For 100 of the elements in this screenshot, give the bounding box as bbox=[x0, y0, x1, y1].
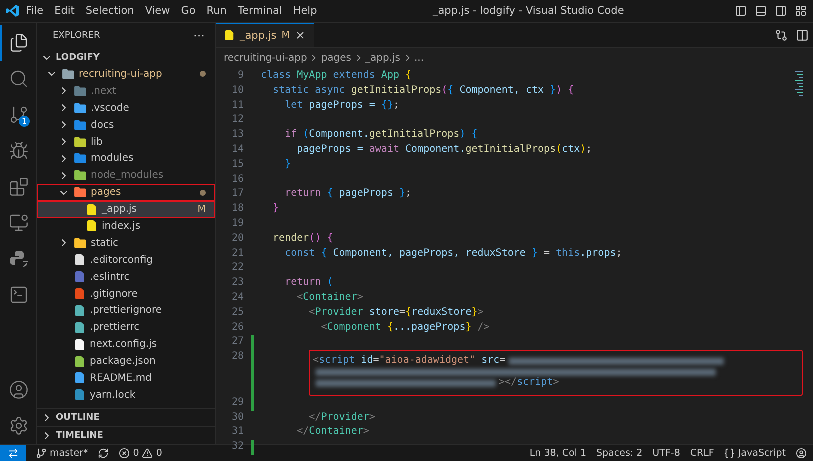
section-title[interactable]: TIMELINE bbox=[56, 430, 104, 440]
warning-icon[interactable] bbox=[142, 448, 154, 458]
editor-tab[interactable]: _app.js M bbox=[216, 23, 314, 47]
folder-row[interactable]: recruiting-ui-app bbox=[37, 66, 215, 83]
file-row[interactable]: README.md bbox=[37, 370, 215, 387]
sidebar-title: EXPLORER bbox=[53, 31, 100, 41]
menu-item[interactable]: File bbox=[21, 3, 49, 19]
more-button[interactable]: ··· bbox=[194, 29, 205, 43]
line-number: 30 bbox=[230, 410, 244, 425]
folder-row[interactable]: modules bbox=[37, 150, 215, 168]
file-row[interactable]: .prettierignore bbox=[37, 302, 215, 320]
file-row[interactable]: .gitignore bbox=[37, 286, 215, 302]
code-line: ></script> bbox=[499, 376, 560, 390]
file-row[interactable]: yarn.lock bbox=[37, 386, 215, 404]
code-line: } bbox=[284, 158, 292, 172]
breadcrumb-item[interactable]: recruiting-ui-app bbox=[224, 52, 308, 64]
line-number: 10 bbox=[230, 84, 244, 98]
line-number: 23 bbox=[230, 276, 244, 290]
menu-item[interactable]: Go bbox=[176, 3, 201, 19]
window-title: _app.js - lodgify - Visual Studio Code bbox=[432, 5, 626, 17]
code-line: <script id="aioa-adawidget" src= bbox=[313, 354, 506, 368]
breadcrumb-item[interactable]: pages bbox=[321, 52, 352, 64]
file-row[interactable]: package.json bbox=[37, 353, 215, 370]
status-item[interactable]: CRLF bbox=[690, 448, 714, 458]
line-number: 20 bbox=[230, 232, 244, 246]
code-line: <Container> bbox=[296, 290, 364, 305]
line-number: 15 bbox=[230, 158, 244, 172]
code-line: const { Component, pageProps, reduxStore } = this.props; bbox=[284, 246, 622, 261]
branch-name[interactable]: master* bbox=[50, 448, 88, 458]
file-name: _app.js bbox=[102, 203, 138, 216]
status-item[interactable]: UTF-8 bbox=[652, 448, 680, 458]
app-logo-icon bbox=[6, 4, 20, 18]
line-number: 31 bbox=[230, 425, 244, 440]
file-row[interactable]: .editorconfig bbox=[37, 252, 215, 269]
breadcrumb-item[interactable]: ... bbox=[414, 52, 424, 64]
modified-dot bbox=[200, 190, 206, 196]
settings-icon bbox=[9, 416, 29, 436]
status-item[interactable]: Ln 38, Col 1 bbox=[530, 448, 586, 458]
file-row[interactable]: next.config.js bbox=[37, 336, 215, 354]
line-number: 18 bbox=[230, 202, 244, 216]
panel-left-icon[interactable] bbox=[735, 5, 747, 17]
menu-item[interactable]: Edit bbox=[50, 3, 80, 19]
file-row[interactable]: .eslintrc bbox=[37, 268, 215, 286]
panel-right-icon[interactable] bbox=[775, 5, 787, 17]
warning-count[interactable]: 0 bbox=[156, 448, 162, 458]
folder-row[interactable]: .vscode bbox=[37, 100, 215, 117]
layout-icon[interactable] bbox=[795, 5, 807, 17]
folder-row[interactable]: static bbox=[37, 234, 215, 252]
menu-item[interactable]: View bbox=[140, 3, 176, 19]
line-number: 11 bbox=[230, 98, 244, 113]
file-name: pages bbox=[91, 186, 122, 200]
line-number: 22 bbox=[230, 261, 244, 276]
account-icon bbox=[9, 380, 29, 400]
breadcrumb-item[interactable]: _app.js bbox=[366, 52, 400, 64]
status-item[interactable]: Spaces: 2 bbox=[596, 448, 643, 458]
menu-item[interactable]: Terminal bbox=[232, 3, 288, 19]
menu-item[interactable]: Selection bbox=[80, 3, 140, 19]
file-row[interactable]: index.js bbox=[37, 218, 215, 235]
line-number: 25 bbox=[230, 306, 244, 320]
folder-row[interactable]: .next bbox=[37, 82, 215, 100]
menu-item[interactable]: Run bbox=[202, 3, 232, 19]
code-line: static async getInitialProps({ Component, ctx }) { bbox=[272, 84, 574, 98]
folder-row[interactable]: lib bbox=[37, 134, 215, 150]
file-name: .prettierignore bbox=[90, 304, 164, 318]
menu-item[interactable]: Help bbox=[288, 3, 322, 19]
line-number: 28 bbox=[230, 350, 244, 364]
feedback-icon[interactable] bbox=[796, 448, 807, 458]
code-line: return { pageProps }; bbox=[284, 187, 412, 202]
file-name: recruiting-ui-app bbox=[79, 68, 164, 81]
code-line: class MyApp extends App { bbox=[261, 69, 412, 83]
language-mode[interactable]: JavaScript bbox=[738, 448, 786, 458]
code-line: render() { bbox=[272, 232, 334, 246]
compare-icon[interactable] bbox=[775, 28, 788, 42]
folder-row[interactable]: docs bbox=[37, 116, 215, 134]
braces-icon[interactable] bbox=[724, 448, 736, 458]
file-row[interactable]: .prettierrc bbox=[37, 319, 215, 336]
file-icon bbox=[224, 30, 235, 41]
blocks-icon bbox=[9, 177, 29, 197]
activity-bar-button[interactable]: 1 bbox=[0, 97, 36, 133]
workspace-title[interactable]: LODGIFY bbox=[56, 52, 100, 62]
tab-label[interactable]: _app.js bbox=[240, 30, 277, 42]
close-icon[interactable] bbox=[294, 30, 306, 41]
file-name: next.config.js bbox=[90, 338, 158, 352]
code-line: return ( bbox=[284, 276, 334, 290]
split-editor-icon[interactable] bbox=[796, 28, 809, 42]
sync-icon[interactable] bbox=[98, 448, 110, 458]
error-count[interactable]: 0 bbox=[133, 448, 140, 458]
folder-row[interactable]: pages bbox=[37, 184, 215, 202]
error-icon[interactable] bbox=[119, 448, 130, 458]
branch-icon bbox=[9, 105, 29, 125]
remote-button[interactable] bbox=[0, 445, 26, 461]
file-name: .next bbox=[91, 84, 118, 98]
file-name: README.md bbox=[90, 372, 154, 385]
modified-label: M bbox=[282, 30, 290, 41]
panel-bottom-icon[interactable] bbox=[755, 5, 767, 17]
file-row[interactable]: _app.js M bbox=[37, 201, 215, 218]
folder-row[interactable]: node_modules bbox=[37, 167, 215, 184]
branch-icon[interactable] bbox=[36, 448, 47, 458]
file-name: node_modules bbox=[91, 169, 165, 182]
section-title[interactable]: OUTLINE bbox=[56, 412, 100, 422]
